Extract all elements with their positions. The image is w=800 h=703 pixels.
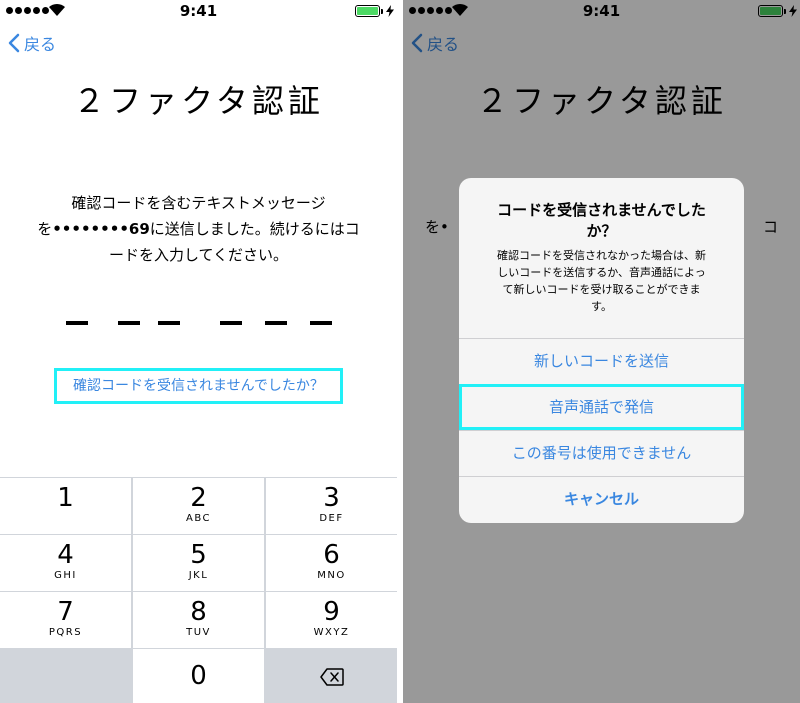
alert-message: 確認コードを受信されなかった場合は、新 しいコードを送信するか、音声通話によっ … (473, 247, 730, 315)
key-number: 2 (190, 483, 207, 513)
page-title: ２ファクタ認証 (73, 82, 324, 120)
key-letters: ABC (185, 513, 211, 524)
alert-title-line: か？ (586, 222, 617, 240)
key-2[interactable]: 2 ABC (133, 478, 264, 534)
alert-message-line: しいコードを送信するか、音声通話によっ (497, 266, 706, 279)
key-number: 3 (323, 483, 340, 513)
key-number: 6 (323, 540, 340, 570)
key-letters: TUV (186, 627, 211, 638)
instruction-message: 確認コードを含むテキストメッセージ を••••••••69に送信しました。続ける… (18, 190, 379, 268)
message-line-1: 確認コードを含むテキストメッセージ (71, 194, 326, 212)
key-6[interactable]: 6 MNO (266, 535, 397, 591)
code-not-received-alert: コードを受信されませんでした か？ 確認コードを受信されなかった場合は、新 しい… (459, 178, 744, 523)
send-new-code-button[interactable]: 新しいコードを送信 (459, 338, 744, 384)
status-time: 9:41 (179, 2, 218, 20)
message-suffix: に送信しました。続けるにはコ (149, 220, 360, 238)
key-4[interactable]: 4 GHI (0, 535, 131, 591)
key-8[interactable]: 8 TUV (133, 592, 264, 648)
cancel-button[interactable]: キャンセル (459, 476, 744, 522)
key-number: 7 (57, 597, 74, 627)
battery-cap (381, 9, 383, 14)
key-blank (0, 649, 131, 703)
alert-message-line: 確認コードを受信されなかった場合は、新 (497, 249, 706, 262)
alert-message-line: て新しいコードを受け取ることができま (502, 283, 701, 296)
key-letters: GHI (54, 570, 77, 581)
key-7[interactable]: 7 PQRS (0, 592, 131, 648)
alert-title-line: コードを受信されませんでした (497, 201, 706, 219)
status-bar: 9:41 (0, 0, 397, 22)
code-digit-slot (158, 321, 180, 325)
alert-message-line: す。 (591, 300, 612, 313)
alert-title: コードを受信されませんでした か？ (475, 200, 728, 242)
number-unavailable-button[interactable]: この番号は使用できません (459, 430, 744, 476)
two-factor-screen-with-alert: 9:41 戻る ２ファクタ認証 を• コ コードを受信されませんでした か？ 確… (403, 0, 800, 703)
charging-bolt-icon (386, 5, 394, 17)
key-letters: PQRS (48, 627, 83, 638)
key-1[interactable]: 1 (0, 478, 131, 534)
back-label: 戻る (24, 35, 57, 54)
key-number: 5 (190, 540, 207, 570)
back-button[interactable]: 戻る (8, 31, 56, 55)
key-letters: MNO (317, 570, 346, 581)
masked-phone-number: ••••••••69 (52, 220, 150, 238)
key-number: 4 (57, 540, 74, 570)
code-entry-field[interactable] (0, 321, 397, 331)
key-number: 9 (323, 597, 340, 627)
code-digit-slot (66, 321, 88, 325)
key-letters: WXYZ (313, 627, 350, 638)
message-line-2: を••••••••69に送信しました。続けるにはコ (18, 216, 379, 242)
message-line-3: ードを入力してください。 (108, 246, 289, 264)
key-letters: DEF (319, 513, 344, 524)
code-digit-slot (220, 321, 242, 325)
numeric-keypad: 1 2 ABC 3 DEF 4 GHI 5 JKL 6 MNO 7 PQRS 8 TUV 9W… (0, 477, 397, 703)
backspace-icon (320, 668, 344, 686)
key-letters: JKL (188, 570, 209, 581)
battery-icon (355, 5, 380, 17)
code-digit-slot (118, 321, 140, 325)
two-factor-screen: 9:41 戻る ２ファクタ認証 確認コードを含むテキストメッセージ を•••••… (0, 0, 397, 703)
key-0[interactable]: 0 (133, 649, 264, 703)
key-number: 8 (190, 597, 207, 627)
chevron-left-icon (8, 33, 20, 53)
code-not-received-link[interactable]: 確認コードを受信されませんでしたか？ (54, 368, 343, 404)
key-5[interactable]: 5 JKL (133, 535, 264, 591)
voice-call-highlight (459, 384, 744, 430)
key-3[interactable]: 3 DEF (266, 478, 397, 534)
key-9[interactable]: 9 WXYZ (266, 592, 397, 648)
delete-key[interactable] (266, 649, 397, 703)
key-number: 0 (190, 661, 207, 691)
code-digit-slot (310, 321, 332, 325)
message-prefix: を (37, 220, 53, 238)
code-digit-slot (265, 321, 287, 325)
key-number: 1 (57, 483, 74, 513)
